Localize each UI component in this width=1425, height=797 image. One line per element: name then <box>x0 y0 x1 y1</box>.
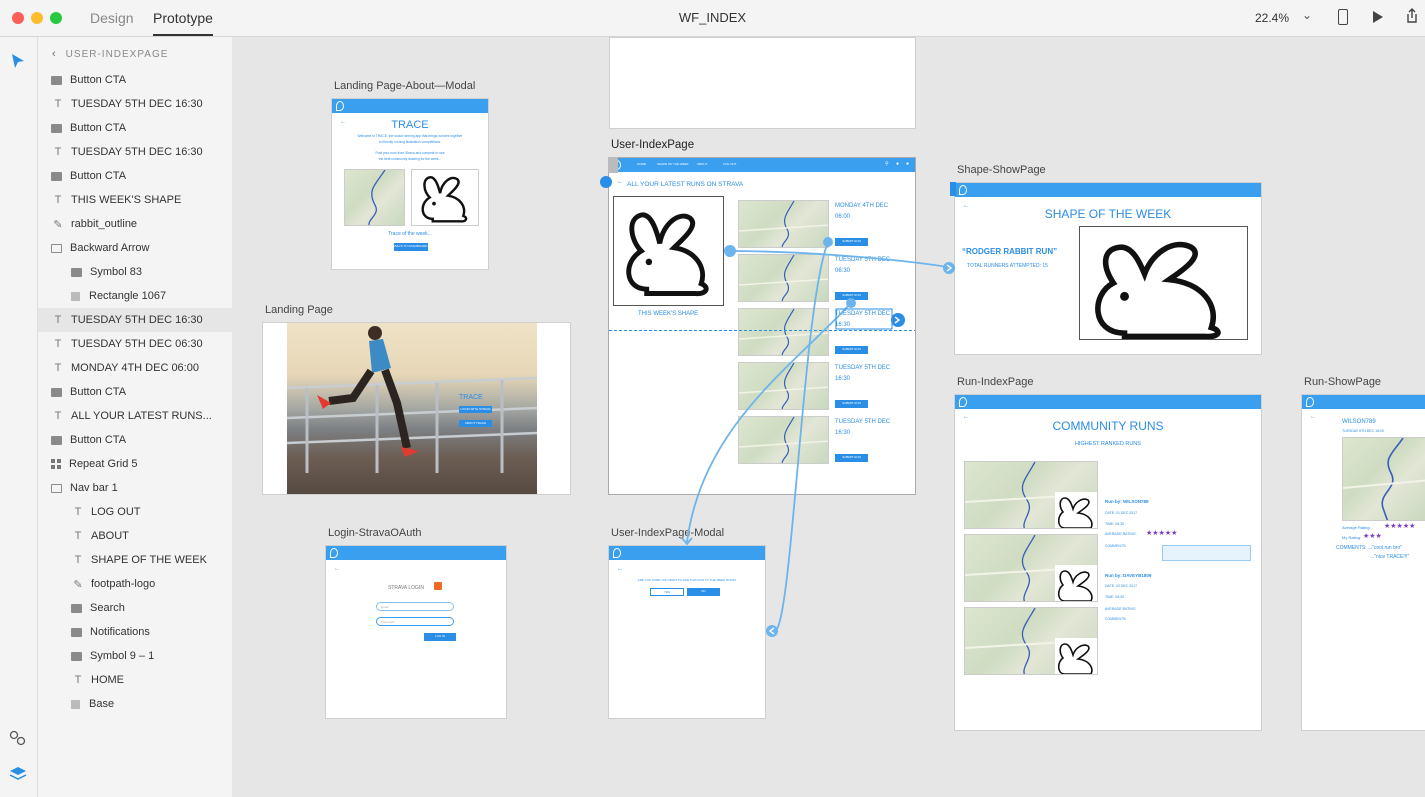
play-icon[interactable] <box>1372 10 1384 24</box>
layer-item[interactable]: Button CTA <box>38 116 232 140</box>
layer-item-label: ABOUT <box>91 530 129 542</box>
layer-item[interactable]: Symbol 9 – 1 <box>38 644 232 668</box>
layer-item-label: footpath-logo <box>91 578 156 590</box>
layer-item-label: THIS WEEK'S SHAPE <box>71 194 182 206</box>
folder-icon <box>51 123 62 133</box>
title-bar: Design Prototype WF_INDEX 22.4% ⌄ <box>0 0 1425 37</box>
text-icon: T <box>74 554 82 566</box>
layer-item-label: Backward Arrow <box>70 242 150 254</box>
folder-icon <box>71 651 82 661</box>
layer-item[interactable]: T SHAPE OF THE WEEK <box>38 548 232 572</box>
folder-icon <box>71 627 82 637</box>
layer-item-label: Button CTA <box>70 74 127 86</box>
layers-icon[interactable] <box>9 766 27 782</box>
active-tab-indicator <box>153 34 213 36</box>
text-icon: T <box>54 146 62 158</box>
layer-item-label: LOG OUT <box>91 506 141 518</box>
layer-item[interactable]: Nav bar 1 <box>38 476 232 500</box>
layer-item-label: MONDAY 4TH DEC 06:00 <box>71 362 199 374</box>
design-canvas[interactable]: Landing Page-About—Modal ← TRACE Welcome… <box>232 37 1425 797</box>
layer-item-label: Button CTA <box>70 386 127 398</box>
folder-icon <box>51 75 62 85</box>
document-title: WF_INDEX <box>678 10 747 25</box>
layers-panel: ‹ USER-INDEXPAGE Button CTA T TUESDAY 5TH … <box>38 37 232 797</box>
layer-item-label: HOME <box>91 674 124 686</box>
folder-icon <box>51 387 62 397</box>
rectangle-icon <box>71 291 80 301</box>
select-tool-icon[interactable] <box>11 53 25 69</box>
layer-item-label: SHAPE OF THE WEEK <box>91 554 207 566</box>
layer-item[interactable]: Button CTA <box>38 380 232 404</box>
text-icon: T <box>74 530 82 542</box>
layer-item-label: TUESDAY 5TH DEC 06:30 <box>71 338 203 350</box>
layer-item-label: Base <box>89 698 115 710</box>
folder-open-icon <box>51 243 62 253</box>
layer-item[interactable]: Notifications <box>38 620 232 644</box>
layer-item[interactable]: Base <box>38 692 232 716</box>
zoom-level[interactable]: 22.4% <box>1255 11 1289 25</box>
layer-item[interactable]: T TUESDAY 5TH DEC 16:30 <box>38 140 232 164</box>
layer-item[interactable]: Button CTA <box>38 68 232 92</box>
layer-item[interactable]: ✎ rabbit_outline <box>38 212 232 236</box>
repeat-grid-icon <box>51 459 61 469</box>
layer-item-label: Symbol 9 – 1 <box>90 650 155 662</box>
text-icon: T <box>54 194 62 206</box>
layer-item[interactable]: ✎ footpath-logo <box>38 572 232 596</box>
folder-icon <box>71 267 82 277</box>
pen-icon: ✎ <box>53 218 63 231</box>
layer-item[interactable]: T HOME <box>38 668 232 692</box>
layer-item-label: Button CTA <box>70 122 127 134</box>
layer-item-label: Symbol 83 <box>90 266 142 278</box>
folder-icon <box>71 603 82 613</box>
chevron-left-icon[interactable]: ‹ <box>52 48 56 60</box>
layer-item-label: rabbit_outline <box>71 218 138 230</box>
folder-icon <box>51 435 62 445</box>
folder-icon <box>51 171 62 181</box>
layer-item[interactable]: T THIS WEEK'S SHAPE <box>38 188 232 212</box>
layer-item-label: TUESDAY 5TH DEC 16:30 <box>71 146 203 158</box>
pen-icon: ✎ <box>73 578 83 591</box>
text-icon: T <box>74 674 82 686</box>
tool-strip <box>0 37 38 797</box>
layer-item-label: TUESDAY 5TH DEC 16:30 <box>71 314 203 326</box>
layers-back-header[interactable]: ‹ USER-INDEXPAGE <box>38 42 232 66</box>
device-preview-icon[interactable] <box>1338 9 1348 25</box>
layer-item[interactable]: Button CTA <box>38 164 232 188</box>
folder-open-icon <box>51 483 62 493</box>
layer-item-label: Button CTA <box>70 434 127 446</box>
text-icon: T <box>54 314 62 326</box>
layer-item-label: Search <box>90 602 125 614</box>
layer-item[interactable]: T LOG OUT <box>38 500 232 524</box>
layer-item-label: Rectangle 1067 <box>89 290 167 302</box>
text-icon: T <box>54 338 62 350</box>
layer-item[interactable]: Rectangle 1067 <box>38 284 232 308</box>
layers-header-label: USER-INDEXPAGE <box>65 48 169 60</box>
layer-item[interactable]: Search <box>38 596 232 620</box>
layer-item[interactable]: Button CTA <box>38 428 232 452</box>
text-icon: T <box>74 506 82 518</box>
layer-item[interactable]: Symbol 83 <box>38 260 232 284</box>
layer-item[interactable]: T TUESDAY 5TH DEC 16:30 <box>38 92 232 116</box>
text-icon: T <box>54 98 62 110</box>
layer-item[interactable]: T MONDAY 4TH DEC 06:00 <box>38 356 232 380</box>
layer-item-label: Repeat Grid 5 <box>69 458 138 470</box>
prototype-wires <box>600 157 956 637</box>
layer-item-label: ALL YOUR LATEST RUNS... <box>71 410 212 422</box>
text-icon: T <box>54 410 62 422</box>
layer-item-label: TUESDAY 5TH DEC 16:30 <box>71 98 203 110</box>
layer-item[interactable]: T ALL YOUR LATEST RUNS... <box>38 404 232 428</box>
text-icon: T <box>54 362 62 374</box>
layer-item[interactable]: Repeat Grid 5 <box>38 452 232 476</box>
layer-item[interactable]: T TUESDAY 5TH DEC 16:30 <box>38 308 232 332</box>
layer-item-label: Button CTA <box>70 170 127 182</box>
chevron-down-icon[interactable]: ⌄ <box>1302 8 1312 22</box>
layer-item-label: Notifications <box>90 626 150 638</box>
layer-item[interactable]: T TUESDAY 5TH DEC 06:30 <box>38 332 232 356</box>
rectangle-icon <box>71 699 80 709</box>
share-icon[interactable] <box>1405 8 1419 24</box>
layer-item[interactable]: Backward Arrow <box>38 236 232 260</box>
layer-item[interactable]: T ABOUT <box>38 524 232 548</box>
assets-icon[interactable] <box>9 730 27 746</box>
layer-item-label: Nav bar 1 <box>70 482 118 494</box>
